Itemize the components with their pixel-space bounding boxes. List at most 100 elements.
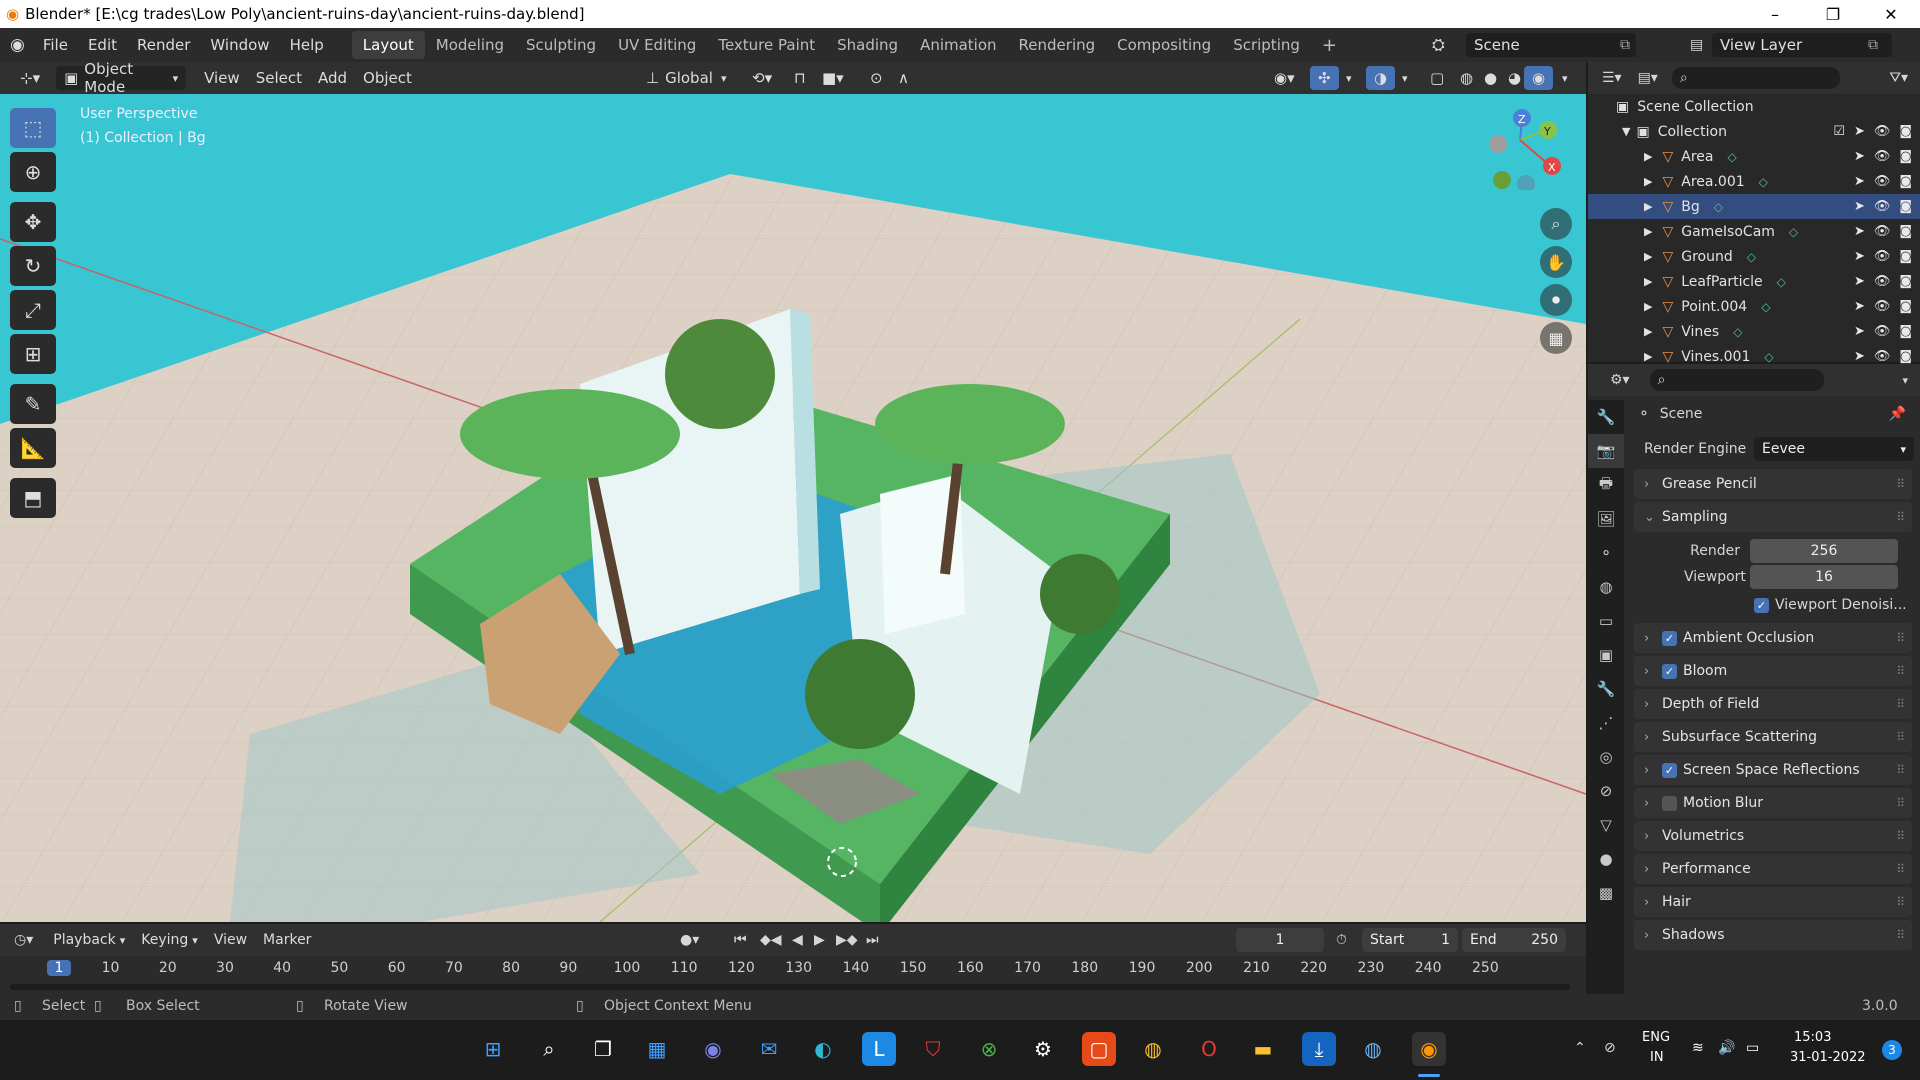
menu-help[interactable]: Help <box>280 36 334 54</box>
play-reverse-icon[interactable]: ◀ <box>792 932 803 948</box>
scene-collection-row[interactable]: ▣ Scene Collection <box>1588 94 1920 119</box>
grip-icon[interactable]: ⠿ <box>1896 796 1905 810</box>
clock-date[interactable]: 31-01-2022 <box>1790 1050 1866 1065</box>
modifier-tab-icon[interactable]: 🔧 <box>1588 672 1624 706</box>
select-arrow-icon[interactable]: ➤ <box>1854 174 1865 189</box>
close-button[interactable]: ✕ <box>1862 5 1920 24</box>
pan-hand-icon[interactable]: ✋ <box>1540 246 1572 278</box>
blender-taskbar-icon[interactable]: ◉ <box>1412 1032 1446 1066</box>
select-arrow-icon[interactable]: ➤ <box>1854 249 1865 264</box>
office-app-icon[interactable]: ▢ <box>1082 1032 1116 1066</box>
start-frame-field[interactable]: Start 1 <box>1362 928 1458 952</box>
shading-dropdown-icon[interactable]: ▾ <box>1554 66 1576 90</box>
measure-tool-icon[interactable]: 📐 <box>10 428 56 468</box>
tab-animation[interactable]: Animation <box>909 31 1007 59</box>
tool-tab-icon[interactable]: 🔧 <box>1588 400 1624 434</box>
tab-uv-editing[interactable]: UV Editing <box>607 31 707 59</box>
outliner-type-icon[interactable]: ☰▾ <box>1602 70 1622 86</box>
falloff-icon[interactable]: ∧ <box>890 66 917 90</box>
teams-chat-icon[interactable]: ◉ <box>696 1032 730 1066</box>
select-arrow-icon[interactable]: ➤ <box>1854 324 1865 339</box>
expand-arrow-icon[interactable]: ▶ <box>1644 350 1652 363</box>
jump-start-icon[interactable]: ⏮ <box>734 932 747 948</box>
3d-viewport[interactable]: User Perspective (1) Collection | Bg Z Y… <box>0 94 1586 922</box>
texture-tab-icon[interactable]: ▩ <box>1588 876 1624 910</box>
new-view-layer-icon[interactable]: ⧉ <box>1868 37 1878 53</box>
tab-layout[interactable]: Layout <box>351 31 425 59</box>
rendered-shading-icon[interactable]: ◉ <box>1524 66 1554 90</box>
view-layer-icon[interactable]: ▤ <box>1690 37 1703 53</box>
overlay-dropdown-icon[interactable]: ▾ <box>1394 66 1416 90</box>
select-box-tool-icon[interactable]: ⬚ <box>10 108 56 148</box>
display-mode-icon[interactable]: ▤▾ <box>1638 70 1658 86</box>
clock-time[interactable]: 15:03 <box>1794 1030 1831 1045</box>
add-cube-tool-icon[interactable]: ⬒ <box>10 478 56 518</box>
proportional-edit-icon[interactable]: ⊙ <box>862 66 891 90</box>
gizmo-dropdown-icon[interactable]: ▾ <box>1338 66 1360 90</box>
filter-icon[interactable]: ⛛▾ <box>1889 70 1908 86</box>
timeline-type-icon[interactable]: ◷▾ <box>14 932 33 948</box>
menu-select[interactable]: Select <box>248 66 310 90</box>
view-layer-tab-icon[interactable]: 🖼 <box>1588 502 1624 536</box>
menu-edit[interactable]: Edit <box>78 36 127 54</box>
camera-icon[interactable]: ◙ <box>1899 174 1912 189</box>
eye-icon[interactable]: 👁 <box>1874 324 1891 339</box>
file-explorer-icon[interactable]: ▬ <box>1246 1032 1280 1066</box>
grip-icon[interactable]: ⠿ <box>1896 730 1905 744</box>
grip-icon[interactable]: ⠿ <box>1896 697 1905 711</box>
tab-scripting[interactable]: Scripting <box>1222 31 1311 59</box>
render-tab-icon[interactable]: 📷 <box>1588 434 1624 468</box>
mail-icon[interactable]: ✉ <box>752 1032 786 1066</box>
eye-icon[interactable]: 👁 <box>1874 174 1891 189</box>
visibility-icon[interactable]: ◉▾ <box>1266 66 1303 90</box>
timeline-view-menu[interactable]: View <box>206 928 255 952</box>
restore-button[interactable]: ❐ <box>1804 5 1862 24</box>
material-tab-icon[interactable]: ● <box>1588 842 1624 876</box>
grip-icon[interactable]: ⠿ <box>1896 664 1905 678</box>
scale-tool-icon[interactable]: ⤢ <box>10 290 56 330</box>
menu-add[interactable]: Add <box>310 66 355 90</box>
blender-menu-icon[interactable]: ◉ <box>10 35 25 55</box>
expand-arrow-icon[interactable]: ▶ <box>1644 175 1652 188</box>
panel-checkbox[interactable]: ✓ <box>1662 762 1677 778</box>
download-app-icon[interactable]: ⤓ <box>1302 1032 1336 1066</box>
expand-arrow-icon[interactable]: ▶ <box>1644 150 1652 163</box>
panel-checkbox[interactable] <box>1662 795 1677 811</box>
collection-tab-icon[interactable]: ▭ <box>1588 604 1624 638</box>
eye-icon[interactable]: 👁 <box>1874 299 1891 314</box>
physics-tab-icon[interactable]: ◎ <box>1588 740 1624 774</box>
panel-motion-blur[interactable]: › Motion Blur ⠿ <box>1634 788 1912 818</box>
pin-icon[interactable]: 📌 <box>1889 406 1906 422</box>
tab-texture-paint[interactable]: Texture Paint <box>707 31 826 59</box>
cursor-tool-icon[interactable]: ⊕ <box>10 152 56 192</box>
properties-search-field[interactable]: ⌕ <box>1649 369 1824 391</box>
data-tab-icon[interactable]: ▽ <box>1588 808 1624 842</box>
chevron-up-icon[interactable]: ⌃ <box>1574 1040 1586 1056</box>
camera-icon[interactable]: ◙ <box>1899 199 1912 214</box>
grip-icon[interactable]: ⠿ <box>1896 862 1905 876</box>
xray-icon[interactable]: ▢ <box>1422 66 1452 90</box>
tab-rendering[interactable]: Rendering <box>1008 31 1107 59</box>
opera-icon[interactable]: O <box>1192 1032 1226 1066</box>
menu-view[interactable]: View <box>196 66 248 90</box>
collection-row[interactable]: ▼ ▣ Collection ☑ ➤ 👁 ◙ <box>1588 119 1920 144</box>
camera-icon[interactable]: ◙ <box>1899 299 1912 314</box>
select-arrow-icon[interactable]: ➤ <box>1854 124 1865 139</box>
marker-menu[interactable]: Marker <box>255 928 319 952</box>
search-icon[interactable]: ⌕ <box>532 1032 566 1066</box>
language-indicator[interactable]: ENG <box>1642 1030 1670 1045</box>
outliner-row[interactable]: ▶ ▽ Area ◇ ➤ 👁 ◙ <box>1588 144 1920 169</box>
outliner-row[interactable]: ▶ ▽ LeafParticle ◇ ➤ 👁 ◙ <box>1588 269 1920 294</box>
panel-screen-space-reflections[interactable]: › ✓ Screen Space Reflections ⠿ <box>1634 755 1912 785</box>
transform-tool-icon[interactable]: ⊞ <box>10 334 56 374</box>
outliner-row[interactable]: ▶ ▽ Point.004 ◇ ➤ 👁 ◙ <box>1588 294 1920 319</box>
options-dropdown-icon[interactable]: ▾ <box>1902 374 1908 387</box>
play-icon[interactable]: ▶ <box>814 932 825 948</box>
expand-arrow-icon[interactable]: ▶ <box>1644 200 1652 213</box>
overlay-toggle-icon[interactable]: ◑ <box>1366 66 1396 90</box>
grip-icon[interactable]: ⠿ <box>1896 895 1905 909</box>
outliner-row[interactable]: ▶ ▽ Vines ◇ ➤ 👁 ◙ <box>1588 319 1920 344</box>
menu-window[interactable]: Window <box>200 36 279 54</box>
grip-icon[interactable]: ⠿ <box>1896 829 1905 843</box>
scene-selector-icon[interactable]: ⛭ <box>1432 35 1445 55</box>
